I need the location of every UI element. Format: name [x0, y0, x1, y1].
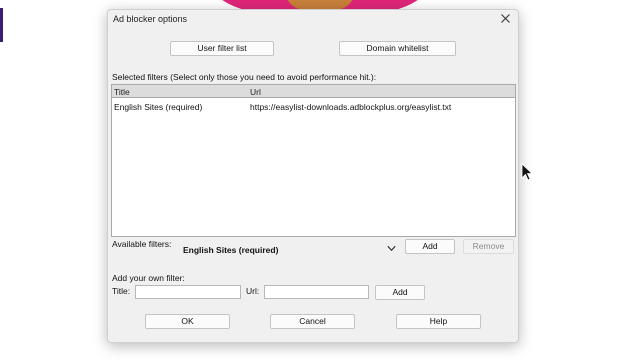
user-filter-list-button[interactable]: User filter list [170, 41, 274, 56]
dialog-titlebar: Ad blocker options [108, 10, 518, 28]
dialog-title: Ad blocker options [113, 14, 188, 24]
remove-filter-button[interactable]: Remove [463, 239, 514, 254]
title-field-label: Title: [112, 286, 131, 296]
own-filter-caption: Add your own filter: [112, 273, 185, 283]
url-input[interactable] [264, 285, 369, 299]
add-filter-button[interactable]: Add [405, 239, 455, 254]
mouse-pointer-icon [521, 163, 533, 181]
cancel-button[interactable]: Cancel [270, 314, 355, 329]
background-accent-bar [0, 8, 3, 42]
available-filters-dropdown[interactable]: English Sites (required) [180, 241, 398, 257]
selected-filters-table[interactable]: Title Url English Sites (required) https… [111, 84, 516, 237]
ad-blocker-options-dialog: Ad blocker options User filter list Doma… [107, 9, 519, 343]
row-title: English Sites (required) [114, 102, 203, 112]
row-url: https://easylist-downloads.adblockplus.o… [250, 102, 452, 112]
domain-whitelist-button[interactable]: Domain whitelist [339, 41, 456, 56]
add-own-filter-button[interactable]: Add [375, 285, 425, 300]
column-header-title[interactable]: Title [114, 87, 130, 97]
table-header: Title Url [112, 85, 515, 98]
chevron-down-icon [387, 245, 396, 252]
column-header-url[interactable]: Url [250, 87, 261, 97]
ok-button[interactable]: OK [145, 314, 230, 329]
title-input[interactable] [135, 285, 241, 299]
url-field-label: Url: [246, 286, 260, 296]
available-filters-label: Available filters: [112, 239, 172, 249]
table-row[interactable]: English Sites (required) https://easylis… [112, 100, 515, 112]
available-filters-selected: English Sites (required) [183, 245, 279, 255]
selected-filters-caption: Selected filters (Select only those you … [112, 72, 377, 82]
close-icon[interactable] [500, 13, 511, 24]
help-button[interactable]: Help [396, 314, 481, 329]
